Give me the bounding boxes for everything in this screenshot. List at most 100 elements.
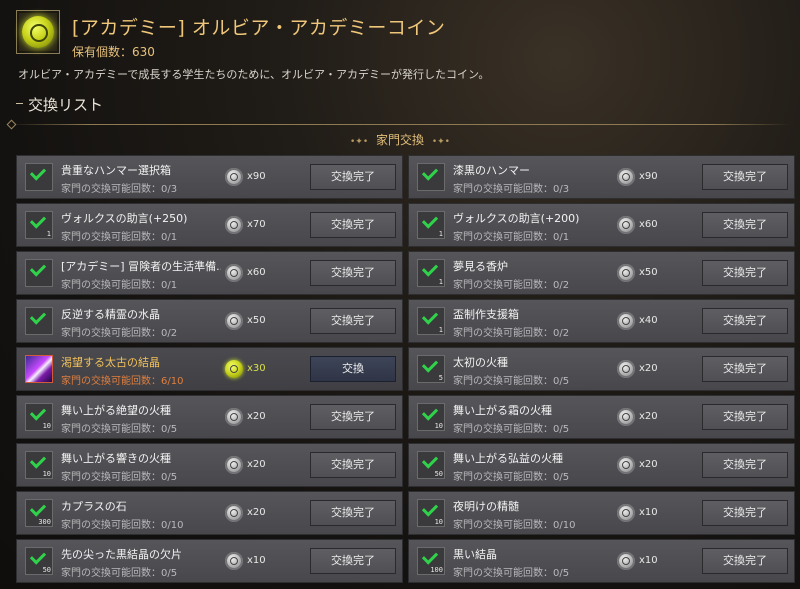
exchange-row: 50 先の尖った黒結晶の欠片 家門の交換可能回数：0/5 x10 交換完了	[16, 539, 403, 583]
exchange-row: 1 盃制作支援箱 家門の交換可能回数：0/2 x40 交換完了	[408, 299, 795, 343]
exchange-complete-button[interactable]: 交換完了	[310, 260, 396, 286]
ornament-right-icon: •✦•	[431, 137, 450, 147]
item-icon[interactable]: 1	[417, 307, 445, 335]
item-name: 黒い結晶	[453, 548, 497, 561]
item-name: 貴重なハンマー選択箱	[61, 164, 171, 177]
item-icon[interactable]: 50	[25, 547, 53, 575]
item-icon[interactable]: 1	[417, 211, 445, 239]
exchange-complete-button[interactable]: 交換完了	[310, 164, 396, 190]
item-icon[interactable]	[25, 307, 53, 335]
exchange-row: [アカデミー] 冒険者の生活準備... 家門の交換可能回数：0/1 x60 交換完了	[16, 251, 403, 295]
exchange-list-title: 交換リスト	[28, 96, 104, 114]
ornament-left-icon: •✦•	[349, 137, 369, 147]
item-icon[interactable]: 50	[417, 451, 445, 479]
coin-cost-icon	[225, 312, 243, 330]
item-cost: x50	[247, 315, 266, 326]
exchange-button[interactable]: 交換	[310, 356, 396, 382]
item-name: カプラスの石	[61, 500, 127, 513]
item-name: ヴォルクスの助言(+250)	[61, 212, 188, 225]
exchange-complete-button[interactable]: 交換完了	[702, 164, 788, 190]
checkmark-icon	[421, 404, 439, 421]
item-quantity: 50	[434, 470, 443, 478]
section-header: •✦• 家門交換 •✦•	[0, 131, 800, 148]
exchange-row: 10 舞い上がる絶望の火種 家門の交換可能回数：0/5 x20 交換完了	[16, 395, 403, 439]
header-divider	[10, 124, 790, 125]
exchange-complete-button[interactable]: 交換完了	[702, 308, 788, 334]
item-cost: x90	[639, 171, 658, 182]
coin-cost-icon	[617, 408, 635, 426]
exchange-complete-button[interactable]: 交換完了	[310, 548, 396, 574]
list-title-dash	[16, 103, 23, 104]
coin-cost-icon	[617, 552, 635, 570]
item-name: 漆黒のハンマー	[453, 164, 530, 177]
item-icon[interactable]: 10	[25, 403, 53, 431]
exchange-row: 50 舞い上がる弘益の火種 家門の交換可能回数：0/5 x20 交換完了	[408, 443, 795, 487]
exchange-complete-button[interactable]: 交換完了	[310, 500, 396, 526]
item-quantity: 1	[438, 278, 443, 286]
item-icon[interactable]: 1	[25, 211, 53, 239]
checkmark-icon	[29, 308, 47, 325]
checkmark-icon	[421, 212, 439, 229]
exchange-limit: 家門の交換可能回数：6/10	[61, 376, 184, 387]
item-icon[interactable]: 300	[25, 499, 53, 527]
exchange-complete-button[interactable]: 交換完了	[310, 452, 396, 478]
item-icon[interactable]: 10	[417, 403, 445, 431]
exchange-complete-button[interactable]: 交換完了	[702, 548, 788, 574]
coin-cost-icon	[225, 504, 243, 522]
item-icon[interactable]: 1	[417, 259, 445, 287]
exchange-complete-button[interactable]: 交換完了	[702, 452, 788, 478]
header: [アカデミー] オルビア・アカデミーコイン 保有個数：630 オルビア・アカデミ…	[0, 0, 800, 114]
coin-cost-icon	[617, 264, 635, 282]
exchange-limit: 家門の交換可能回数：0/5	[61, 472, 178, 483]
exchange-row: 1 ヴォルクスの助言(+250) 家門の交換可能回数：0/1 x70 交換完了	[16, 203, 403, 247]
coin-cost-icon	[225, 552, 243, 570]
exchange-complete-button[interactable]: 交換完了	[702, 212, 788, 238]
crystal-item-icon[interactable]	[25, 355, 53, 383]
exchange-complete-button[interactable]: 交換完了	[702, 500, 788, 526]
currency-description: オルビア・アカデミーで成長する学生たちのために、オルビア・アカデミーが発行したコ…	[18, 68, 490, 81]
checkmark-icon	[421, 452, 439, 469]
academy-coin-icon	[22, 16, 54, 48]
item-name: 先の尖った黒結晶の欠片	[61, 548, 182, 561]
checkmark-icon	[421, 308, 439, 325]
item-icon[interactable]	[25, 259, 53, 287]
item-icon[interactable]: 5	[417, 355, 445, 383]
checkmark-icon	[29, 500, 47, 517]
exchange-complete-button[interactable]: 交換完了	[702, 356, 788, 382]
item-name: ヴォルクスの助言(+200)	[453, 212, 580, 225]
item-icon[interactable]: 10	[417, 499, 445, 527]
exchange-row: 反逆する精霊の水晶 家門の交換可能回数：0/2 x50 交換完了	[16, 299, 403, 343]
exchange-limit: 家門の交換可能回数：0/2	[453, 328, 570, 339]
item-quantity: 10	[434, 422, 443, 430]
coin-item-slot	[16, 10, 60, 54]
item-icon[interactable]: 10	[25, 451, 53, 479]
item-icon[interactable]: 100	[417, 547, 445, 575]
coin-cost-icon	[225, 216, 243, 234]
owned-count: 保有個数：630	[72, 45, 155, 59]
coin-cost-icon	[225, 456, 243, 474]
checkmark-icon	[29, 404, 47, 421]
checkmark-icon	[29, 548, 47, 565]
checkmark-icon	[29, 164, 47, 181]
exchange-complete-button[interactable]: 交換完了	[702, 404, 788, 430]
coin-cost-icon	[617, 216, 635, 234]
checkmark-icon	[421, 548, 439, 565]
coin-cost-icon	[617, 504, 635, 522]
exchange-complete-button[interactable]: 交換完了	[310, 308, 396, 334]
exchange-complete-button[interactable]: 交換完了	[310, 404, 396, 430]
exchange-complete-button[interactable]: 交換完了	[310, 212, 396, 238]
exchange-complete-button[interactable]: 交換完了	[702, 260, 788, 286]
item-name: 反逆する精霊の水晶	[61, 308, 160, 321]
checkmark-icon	[421, 356, 439, 373]
exchange-limit: 家門の交換可能回数：0/2	[453, 280, 570, 291]
item-quantity: 10	[42, 470, 51, 478]
item-cost: x60	[247, 267, 266, 278]
item-quantity: 300	[38, 518, 51, 526]
item-icon[interactable]	[417, 163, 445, 191]
item-cost: x20	[639, 363, 658, 374]
item-name: 渇望する太古の結晶	[61, 356, 160, 369]
exchange-limit: 家門の交換可能回数：0/5	[453, 424, 570, 435]
item-quantity: 10	[42, 422, 51, 430]
exchange-limit: 家門の交換可能回数：0/3	[61, 184, 178, 195]
item-icon[interactable]	[25, 163, 53, 191]
